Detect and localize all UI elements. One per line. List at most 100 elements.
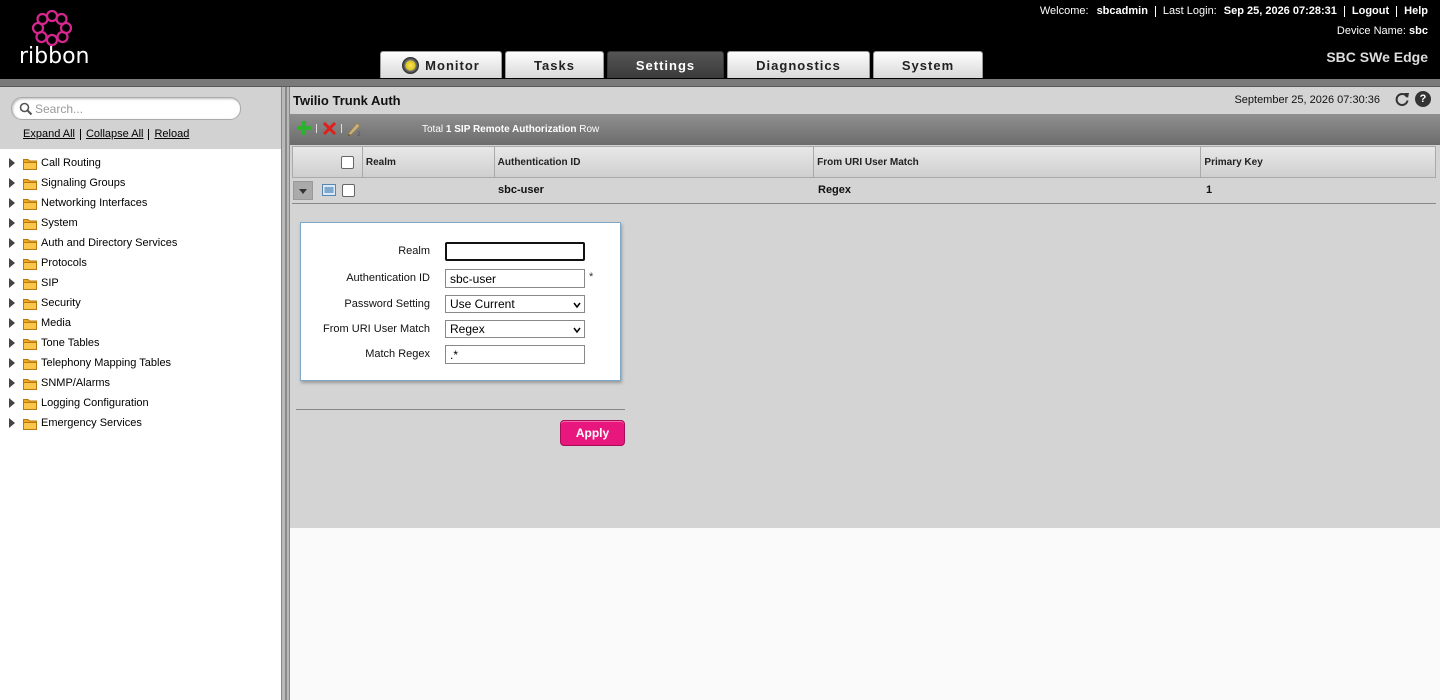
tab-settings[interactable]: Settings (607, 51, 724, 78)
help-icon[interactable]: ? (1415, 91, 1431, 107)
tree-item[interactable]: Telephony Mapping Tables (0, 353, 281, 373)
tab-monitor[interactable]: Monitor (380, 51, 502, 78)
total-count: 1 SIP Remote Authorization (445, 124, 577, 135)
delete-icon[interactable] (323, 122, 336, 135)
help-link[interactable]: Help (1404, 5, 1428, 17)
monitor-status-icon (402, 56, 420, 74)
from-uri-select[interactable]: Regex (445, 320, 585, 338)
select-all-column (293, 147, 363, 177)
expand-arrow-icon[interactable] (9, 358, 15, 368)
tree-item-label: Media (41, 317, 71, 329)
table-row[interactable]: sbc-user Regex 1 (292, 178, 1436, 204)
page-date: September 25, 2026 07:30:36 (1234, 94, 1380, 106)
search-input[interactable] (35, 100, 235, 117)
password-setting-label: Password Setting (344, 298, 430, 310)
tree-item-label: Logging Configuration (41, 397, 149, 409)
tree-item-label: Telephony Mapping Tables (41, 357, 172, 369)
expand-arrow-icon[interactable] (9, 418, 15, 428)
device-name-value: sbc (1409, 25, 1428, 37)
brand-wordmark: ribbon (19, 44, 90, 69)
tree-item-label: SIP (41, 277, 59, 289)
panel-splitter[interactable] (281, 87, 290, 700)
product-name: SBC SWe Edge (1326, 49, 1428, 65)
add-icon[interactable] (297, 121, 311, 135)
folder-icon (23, 258, 37, 270)
expand-arrow-icon[interactable] (9, 178, 15, 188)
search-box[interactable] (11, 97, 241, 120)
refresh-icon[interactable] (1394, 91, 1410, 107)
password-setting-select[interactable]: Use Current (445, 295, 585, 313)
tab-system[interactable]: System (873, 51, 983, 78)
column-header[interactable]: Authentication ID (495, 147, 815, 177)
row-collapse-toggle[interactable] (293, 181, 313, 200)
tab-label: Diagnostics (756, 57, 841, 73)
tree-item[interactable]: Auth and Directory Services (0, 233, 281, 253)
tree-item[interactable]: Tone Tables (0, 333, 281, 353)
tree-item[interactable]: Call Routing (0, 153, 281, 173)
app-header: ribbon Welcome: sbcadmin Last Login: Sep… (0, 0, 1440, 79)
folder-icon (23, 398, 37, 410)
expand-arrow-icon[interactable] (9, 318, 15, 328)
tree-item[interactable]: Signaling Groups (0, 173, 281, 193)
expand-arrow-icon[interactable] (9, 258, 15, 268)
select-all-checkbox[interactable] (340, 155, 354, 169)
tree-item[interactable]: Media (0, 313, 281, 333)
expand-arrow-icon[interactable] (9, 338, 15, 348)
edit-form: Realm Authentication ID * Password Setti… (300, 222, 621, 381)
tree-item[interactable]: SIP (0, 273, 281, 293)
tab-label: Settings (635, 57, 696, 73)
folder-icon (23, 298, 37, 310)
tree-item[interactable]: System (0, 213, 281, 233)
tree-item[interactable]: Networking Interfaces (0, 193, 281, 213)
auth-id-label: Authentication ID (346, 272, 430, 284)
column-header[interactable]: Realm (363, 147, 495, 177)
cell-from-uri-user-match: Regex (818, 184, 852, 196)
expand-arrow-icon[interactable] (9, 378, 15, 388)
table-toolbar: 2 Total 1 SIP Remote Authorization Row (290, 114, 1440, 145)
apply-button[interactable]: Apply (560, 420, 625, 446)
page-title: Twilio Trunk Auth (293, 93, 401, 108)
row-total: Total 1 SIP Remote Authorization Row (422, 124, 599, 135)
from-uri-row: From URI User Match Regex (301, 320, 621, 340)
edit-icon[interactable]: 2 (346, 121, 362, 137)
match-regex-input[interactable] (445, 345, 585, 364)
folder-icon (23, 358, 37, 370)
chevron-down-icon (573, 327, 581, 334)
last-login-value: Sep 25, 2026 07:28:31 (1223, 5, 1337, 17)
tree-item[interactable]: Logging Configuration (0, 393, 281, 413)
expand-arrow-icon[interactable] (9, 218, 15, 228)
realm-input[interactable] (445, 242, 585, 261)
collapse-all-link[interactable]: Collapse All (86, 128, 143, 140)
tree-item[interactable]: Protocols (0, 253, 281, 273)
expand-arrow-icon[interactable] (9, 198, 15, 208)
expand-arrow-icon[interactable] (9, 298, 15, 308)
tree-item[interactable]: Security (0, 293, 281, 313)
expand-arrow-icon[interactable] (9, 158, 15, 168)
expand-arrow-icon[interactable] (9, 278, 15, 288)
tab-tasks[interactable]: Tasks (505, 51, 604, 78)
column-header[interactable]: Primary Key (1201, 147, 1435, 177)
column-header[interactable]: From URI User Match (814, 147, 1202, 177)
expand-all-link[interactable]: Expand All (23, 128, 75, 140)
row-checkbox[interactable] (342, 184, 355, 197)
match-regex-label: Match Regex (365, 348, 430, 360)
auth-id-row: Authentication ID * (301, 269, 621, 289)
navigation-panel: Expand All Collapse All Reload Call Rout… (0, 87, 281, 700)
logout-link[interactable]: Logout (1352, 5, 1389, 17)
view-details-icon[interactable] (322, 184, 336, 196)
welcome-label: Welcome: (1039, 5, 1089, 17)
tree-item[interactable]: Emergency Services (0, 413, 281, 433)
reload-link[interactable]: Reload (154, 128, 189, 140)
tree-item-label: Networking Interfaces (41, 197, 148, 209)
tab-diagnostics[interactable]: Diagnostics (727, 51, 870, 78)
form-divider (296, 409, 625, 410)
from-uri-value: Regex (450, 322, 485, 336)
tree-item-label: Emergency Services (41, 417, 142, 429)
username: sbcadmin (1096, 5, 1148, 17)
chevron-down-icon (573, 302, 581, 309)
tree-item[interactable]: SNMP/Alarms (0, 373, 281, 393)
tab-label: System (901, 57, 955, 73)
expand-arrow-icon[interactable] (9, 398, 15, 408)
auth-id-input[interactable] (445, 269, 585, 288)
expand-arrow-icon[interactable] (9, 238, 15, 248)
